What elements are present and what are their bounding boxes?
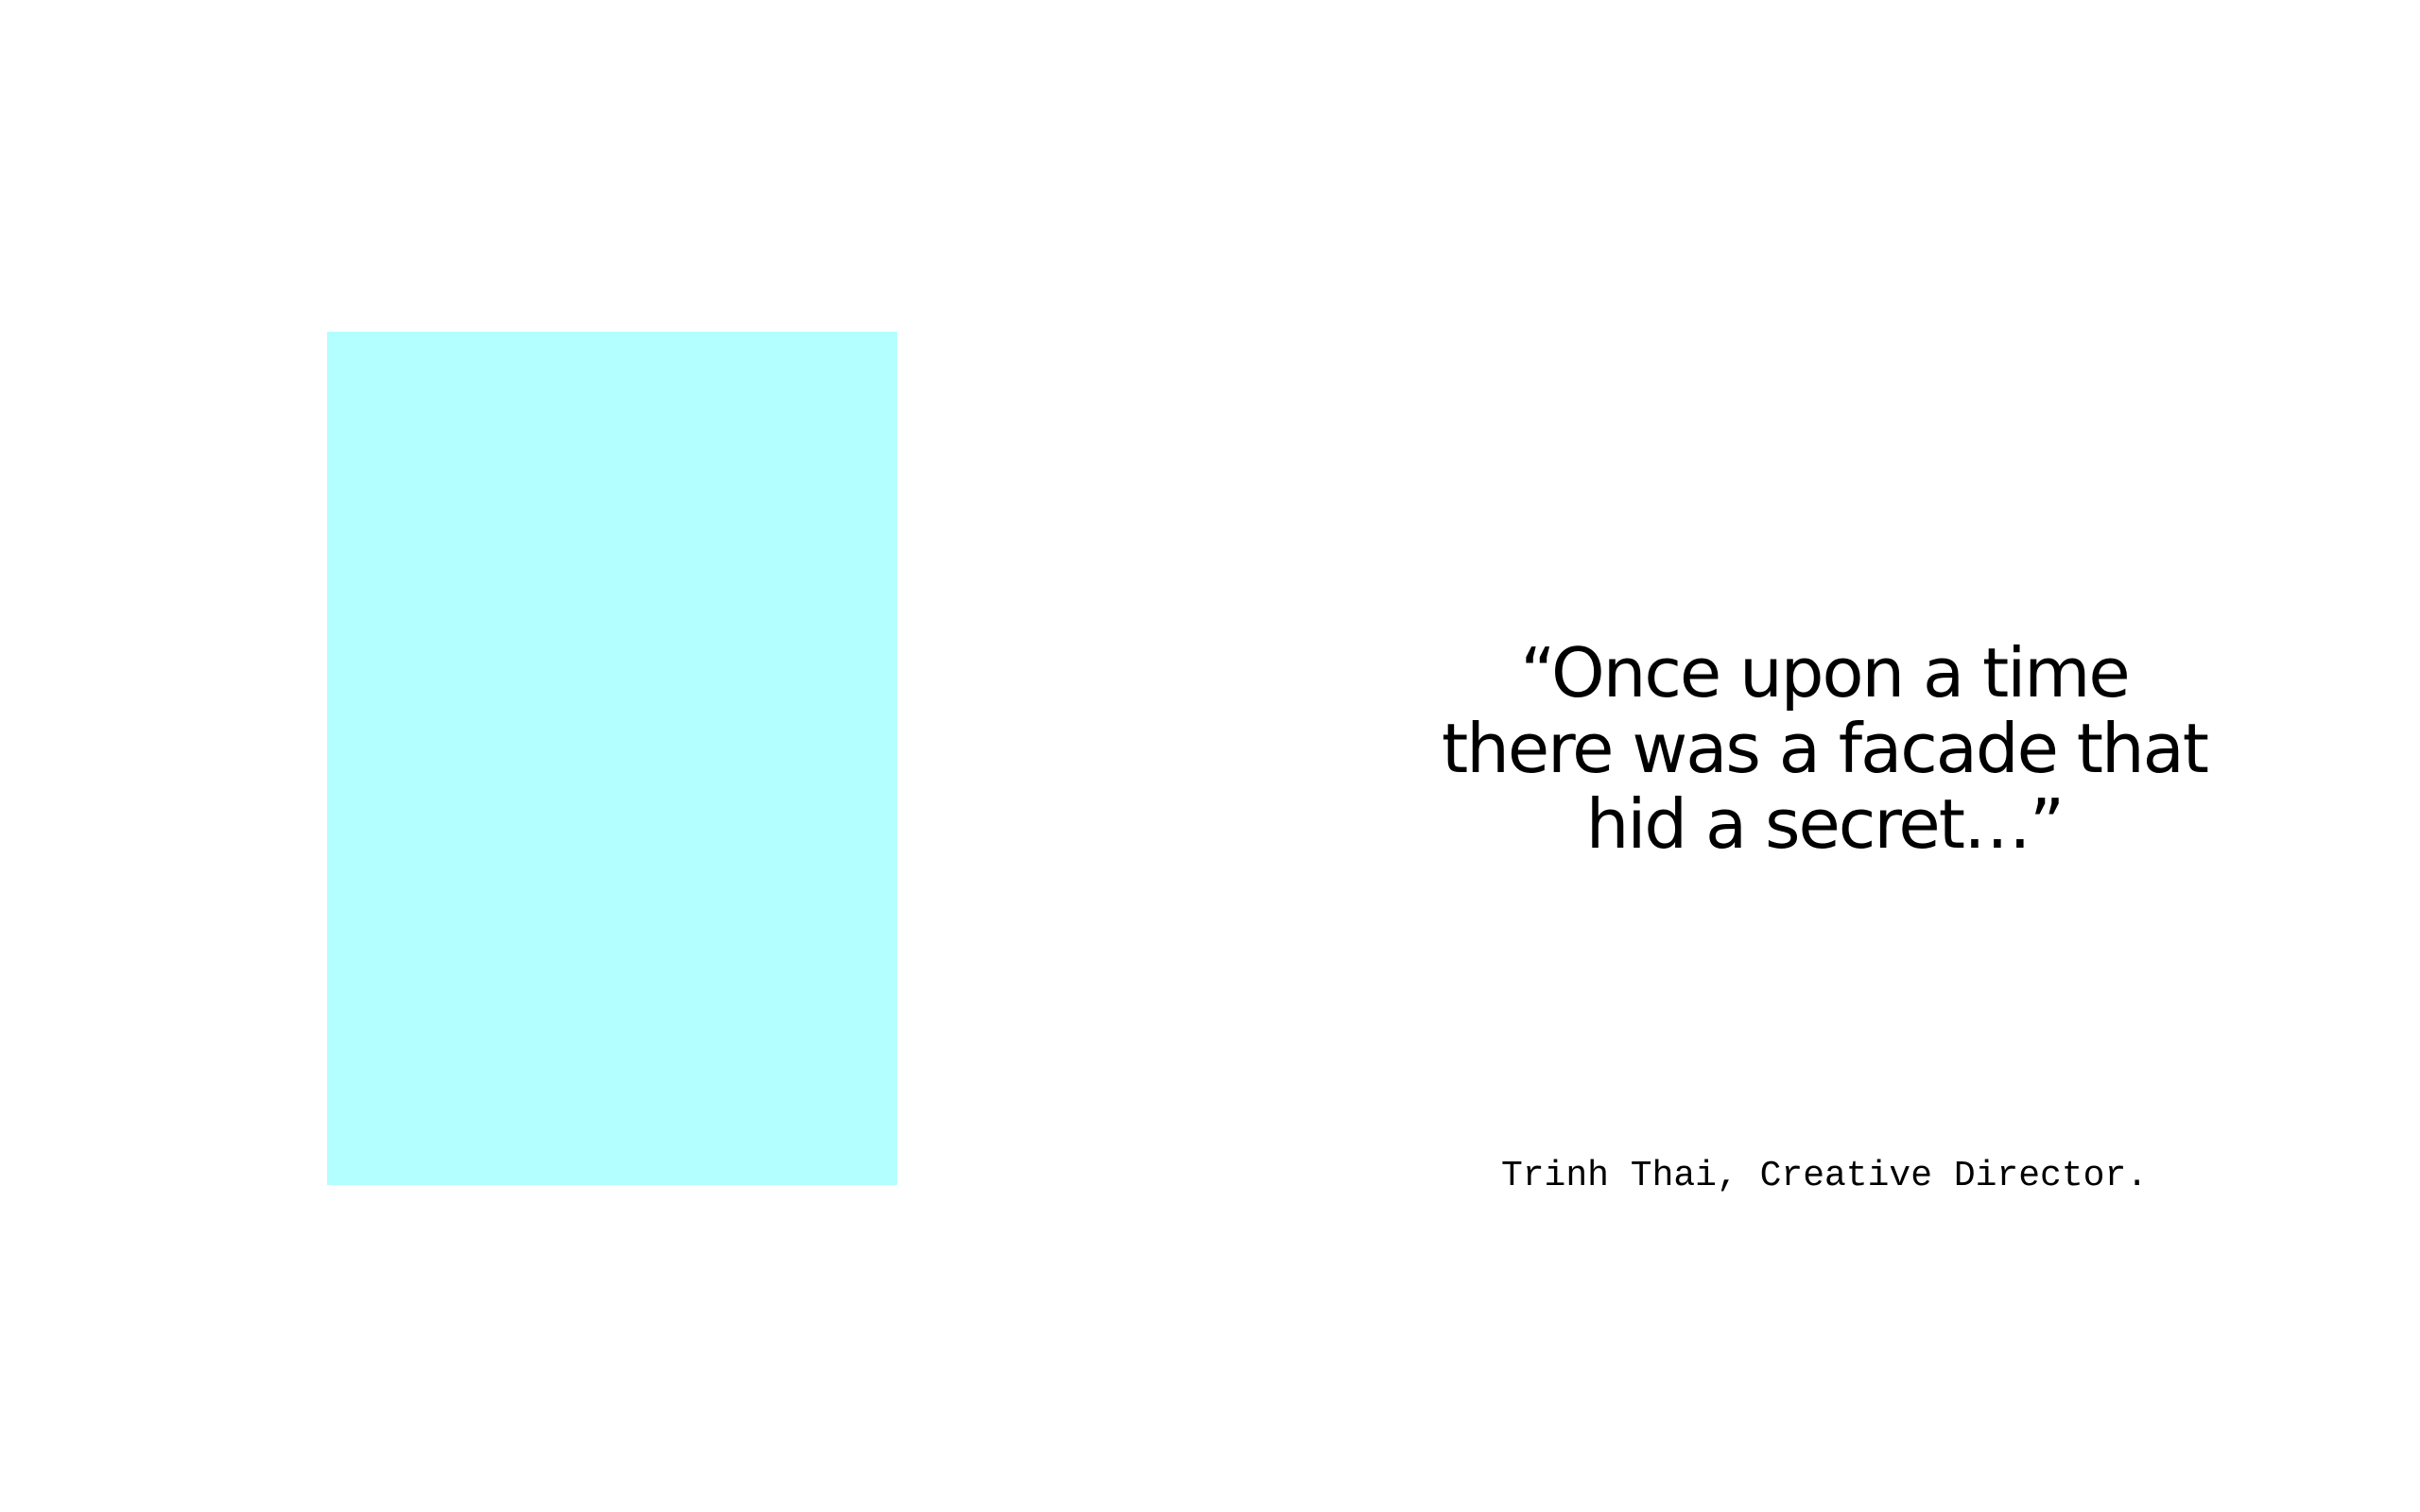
quote-line: “Once upon a time bbox=[1520, 633, 2130, 713]
quote-line: hid a secret…” bbox=[1585, 784, 2065, 864]
page: “Once upon a time there was a facade tha… bbox=[0, 0, 2420, 1512]
image-placeholder bbox=[327, 332, 897, 1185]
quote-attribution: Trinh Thai, Creative Director. bbox=[1500, 1156, 2149, 1196]
quote: “Once upon a time there was a facade tha… bbox=[1418, 635, 2231, 862]
quote-line: there was a facade that bbox=[1441, 709, 2209, 788]
